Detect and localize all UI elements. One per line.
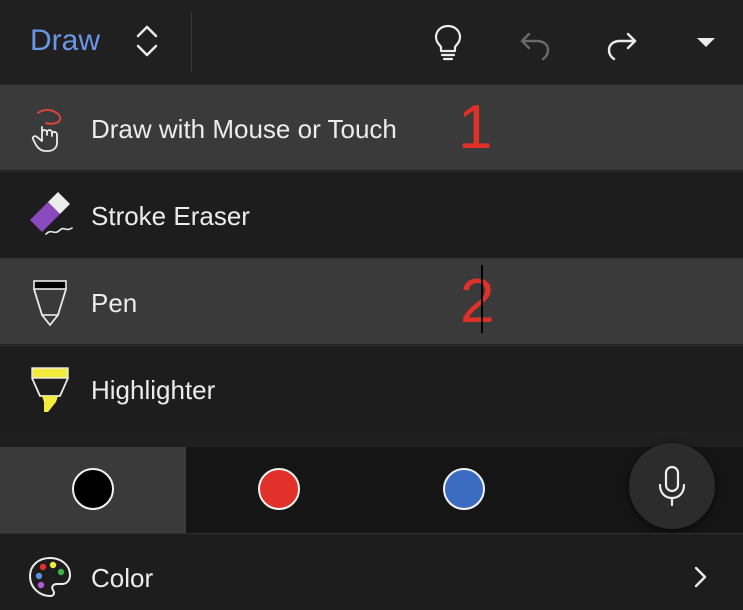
- menu-item-color[interactable]: Color: [0, 533, 743, 610]
- menu-item-draw-with-touch[interactable]: Draw with Mouse or Touch: [0, 84, 743, 170]
- ribbon-toolbar: Draw: [0, 0, 743, 84]
- draw-touch-icon: [26, 105, 74, 153]
- color-swatch-blue[interactable]: [443, 468, 485, 510]
- menu-item-highlighter[interactable]: Highlighter: [0, 345, 743, 431]
- swatch-cell[interactable]: [186, 447, 372, 533]
- dropdown-icon[interactable]: [684, 20, 728, 64]
- toolbar-divider: [191, 12, 192, 72]
- swatch-cell-selected[interactable]: [0, 447, 186, 533]
- color-swatch-black[interactable]: [72, 468, 114, 510]
- updown-icon[interactable]: [130, 22, 164, 60]
- dictate-button[interactable]: [629, 443, 715, 529]
- microphone-icon: [658, 465, 686, 507]
- menu-item-pen[interactable]: Pen: [0, 258, 743, 344]
- menu-item-label: Pen: [91, 288, 138, 318]
- text-cursor: [481, 265, 483, 333]
- annotation-marker-1: 1: [458, 93, 493, 162]
- stroke-eraser-icon: [26, 192, 74, 240]
- menu-item-label: Color: [91, 563, 154, 593]
- swatch-cell[interactable]: [372, 447, 558, 533]
- tab-title-draw[interactable]: Draw: [30, 22, 100, 60]
- color-swatch-red[interactable]: [258, 468, 300, 510]
- lightbulb-icon[interactable]: [426, 20, 470, 64]
- annotation-marker-2: 2: [460, 267, 495, 336]
- menu-item-label: Stroke Eraser: [91, 201, 250, 231]
- redo-icon[interactable]: [600, 20, 644, 64]
- palette-icon: [26, 554, 74, 602]
- menu-item-label: Highlighter: [91, 375, 216, 405]
- highlighter-icon: [26, 366, 74, 414]
- undo-icon[interactable]: [513, 20, 557, 64]
- menu-item-label: Draw with Mouse or Touch: [91, 114, 397, 144]
- chevron-right-icon: [690, 564, 710, 595]
- pen-icon: [26, 279, 74, 327]
- menu-item-stroke-eraser[interactable]: Stroke Eraser: [0, 171, 743, 257]
